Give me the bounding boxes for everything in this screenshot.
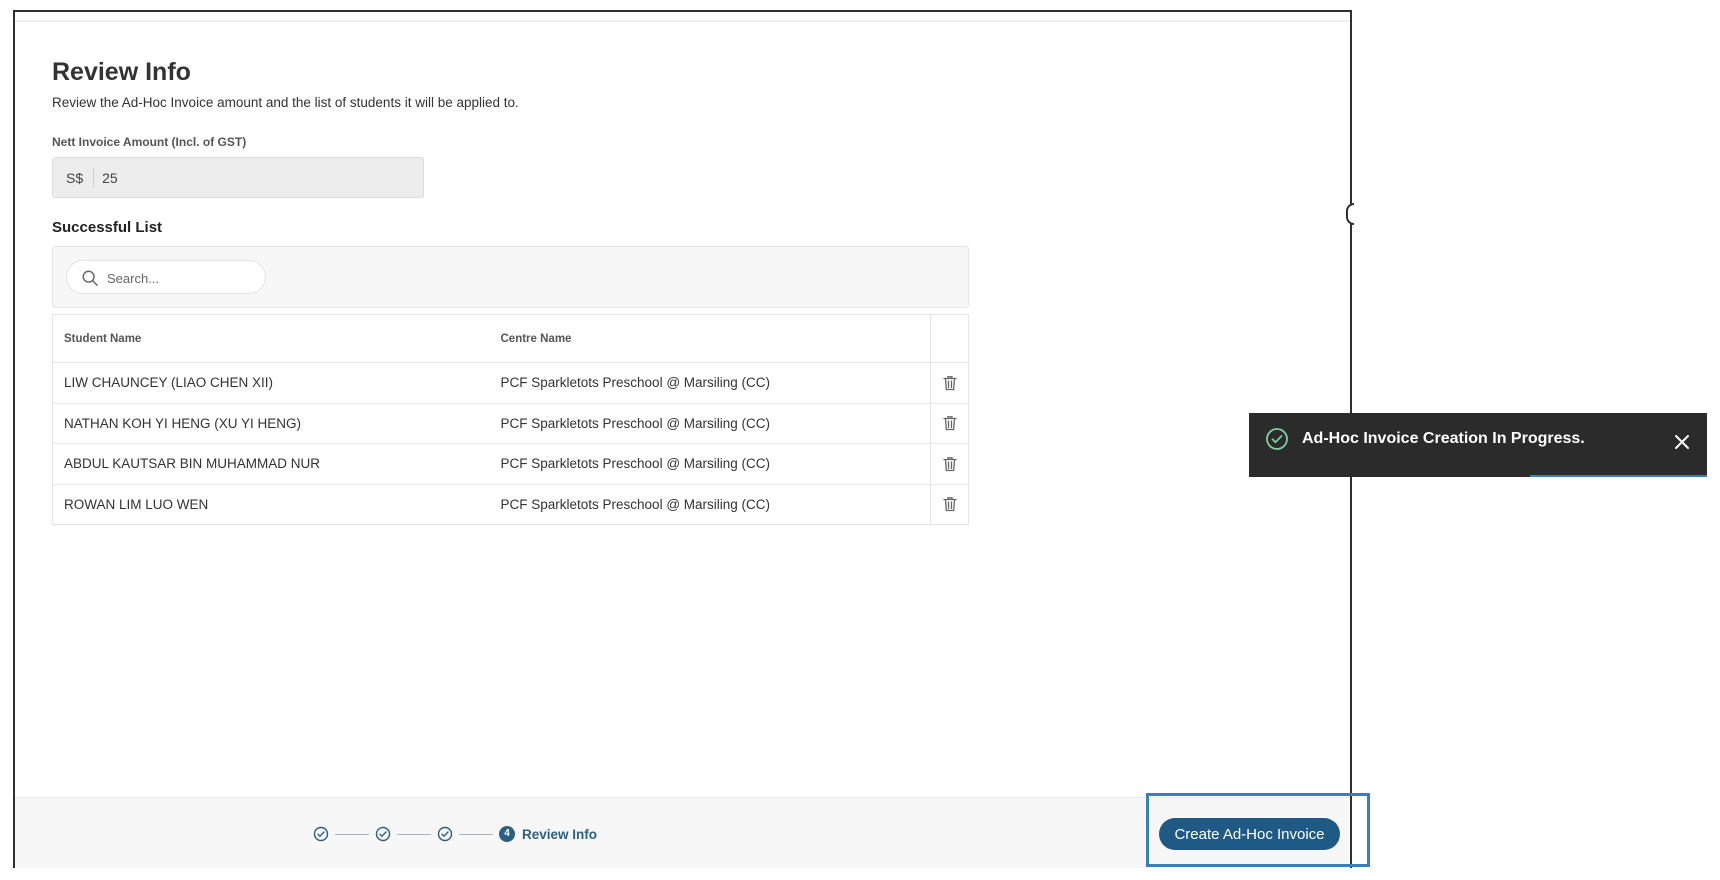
successful-list-title: Successful List <box>52 219 163 236</box>
table-row: NATHAN KOH YI HENG (XU YI HENG) PCF Spar… <box>52 403 969 444</box>
student-name-cell: LIW CHAUNCEY (LIAO CHEN XII) <box>52 362 490 404</box>
table-row: ABDUL KAUTSAR BIN MUHAMMAD NUR PCF Spark… <box>52 443 969 485</box>
toast-progress-bar <box>1530 475 1707 477</box>
create-ad-hoc-invoice-button[interactable]: Create Ad-Hoc Invoice <box>1159 818 1340 850</box>
centre-name-cell: PCF Sparkletots Preschool @ Marsiling (C… <box>489 443 931 485</box>
page-subtitle: Review the Ad-Hoc Invoice amount and the… <box>52 95 519 110</box>
trash-icon[interactable] <box>941 374 959 392</box>
page-title: Review Info <box>52 58 191 86</box>
amount-label: Nett Invoice Amount (Incl. of GST) <box>52 135 247 149</box>
wizard-stepper: 4 Review Info <box>313 824 597 844</box>
step-connector <box>335 833 369 835</box>
check-circle-icon <box>1266 428 1288 450</box>
step-connector <box>397 833 431 835</box>
table-row: LIW CHAUNCEY (LIAO CHEN XII) PCF Sparkle… <box>52 362 969 404</box>
search-toolbar <box>52 246 969 308</box>
top-divider <box>15 20 1350 22</box>
delete-row-button[interactable] <box>930 484 969 525</box>
trash-icon[interactable] <box>941 414 959 432</box>
amount-value: 25 <box>102 169 118 186</box>
column-header-actions <box>930 314 969 363</box>
check-circle-icon[interactable] <box>437 826 453 842</box>
delete-row-button[interactable] <box>930 362 969 404</box>
step-connector <box>459 833 493 835</box>
search-icon <box>82 270 98 286</box>
centre-name-cell: PCF Sparkletots Preschool @ Marsiling (C… <box>489 362 931 404</box>
check-circle-icon[interactable] <box>313 826 329 842</box>
toast-message: Ad-Hoc Invoice Creation In Progress. <box>1302 430 1585 447</box>
student-name-cell: NATHAN KOH YI HENG (XU YI HENG) <box>52 403 490 444</box>
amount-field: S$ 25 <box>52 157 424 198</box>
panel-edge-handle[interactable] <box>1346 203 1354 225</box>
centre-name-cell: PCF Sparkletots Preschool @ Marsiling (C… <box>489 403 931 444</box>
currency-prefix: S$ <box>53 167 95 188</box>
current-step-number: 4 <box>499 826 515 842</box>
current-step-label: Review Info <box>522 826 598 842</box>
delete-row-button[interactable] <box>930 443 969 485</box>
delete-row-button[interactable] <box>930 403 969 444</box>
table-header-row: Student Name Centre Name <box>52 314 969 363</box>
column-header-student-name: Student Name <box>52 314 490 363</box>
close-icon[interactable] <box>1674 434 1690 450</box>
toast-notification: Ad-Hoc Invoice Creation In Progress. <box>1249 413 1707 477</box>
student-name-cell: ABDUL KAUTSAR BIN MUHAMMAD NUR <box>52 443 490 485</box>
search-input[interactable] <box>107 266 257 290</box>
column-header-centre-name: Centre Name <box>489 314 931 363</box>
students-table: Student Name Centre Name LIW CHAUNCEY (L… <box>52 314 969 525</box>
centre-name-cell: PCF Sparkletots Preschool @ Marsiling (C… <box>500 496 771 512</box>
check-circle-icon[interactable] <box>375 826 391 842</box>
search-box[interactable] <box>66 260 266 294</box>
trash-icon[interactable] <box>941 495 959 513</box>
trash-icon[interactable] <box>941 455 959 473</box>
table-row: ROWAN LIM LUO WEN PCF Sparkletots Presch… <box>53 484 969 525</box>
student-name-cell: ROWAN LIM LUO WEN <box>64 496 209 512</box>
